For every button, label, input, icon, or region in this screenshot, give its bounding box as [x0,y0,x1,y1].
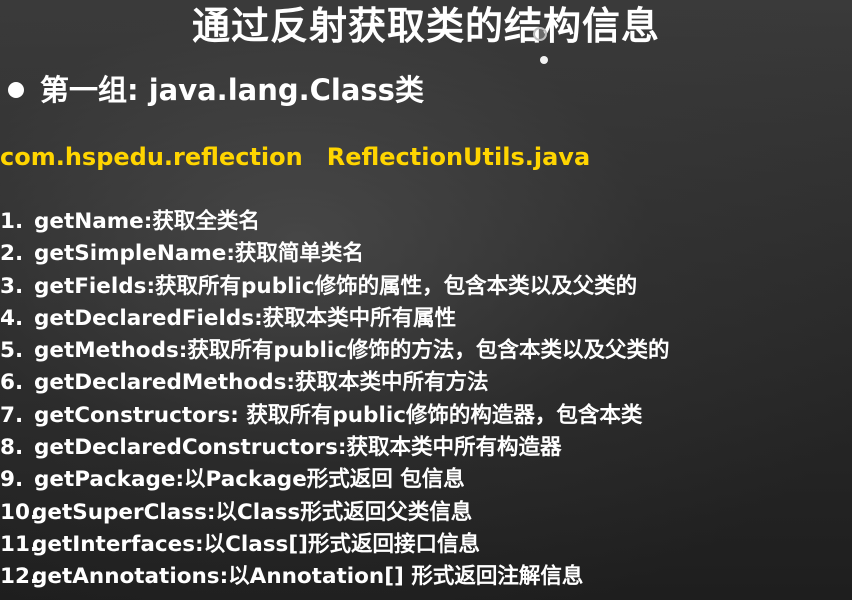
package-path: com.hspedu.reflection [0,143,303,171]
method-item: 5. getMethods:获取所有public修饰的方法，包含本类以及父类的 [0,335,669,367]
file-name: ReflectionUtils.java [326,143,591,171]
method-item: 6. getDeclaredMethods:获取本类中所有方法 [0,367,669,399]
method-item: 7. getConstructors: 获取所有public修饰的构造器，包含本类 [0,400,669,432]
method-number: 2. [0,241,24,267]
slide-title: 通过反射获取类的结构信息 [191,4,660,48]
method-item: 3. getFields:获取所有public修饰的属性，包含本类以及父类的 [0,271,669,303]
method-description: getConstructors: 获取所有public修饰的构造器，包含本类 [34,402,643,428]
method-description: getDeclaredConstructors:获取本类中所有构造器 [34,435,562,461]
method-number: 3. [0,273,24,299]
method-number: 10. [0,499,39,525]
method-item: 1. getName:获取全类名 [0,206,669,238]
method-item: 8. getDeclaredConstructors:获取本类中所有构造器 [0,432,669,464]
method-description: getInterfaces:以Class[]形式返回接口信息 [32,531,481,557]
cursor-ring-icon [533,27,547,41]
bullet-dot-icon [8,82,24,98]
method-item: 9. getPackage:以Package形式返回 包信息 [0,464,669,496]
method-description: getAnnotations:以Annotation[] 形式返回注解信息 [32,564,584,590]
method-item: 4. getDeclaredFields:获取本类中所有属性 [0,303,669,335]
method-description: getDeclaredFields:获取本类中所有属性 [34,305,457,331]
method-number: 9. [0,467,24,493]
method-number: 12. [0,564,39,590]
method-number: 5. [0,338,24,364]
method-description: getPackage:以Package形式返回 包信息 [34,467,465,493]
method-description: getSimpleName:获取简单类名 [34,241,364,267]
method-description: getDeclaredMethods:获取本类中所有方法 [34,370,489,396]
method-item: 12. getAnnotations:以Annotation[] 形式返回注解信息 [0,561,669,593]
method-list: 1. getName:获取全类名 2. getSimpleName:获取简单类名 3. g… [0,206,669,594]
method-number: 6. [0,370,24,396]
method-number: 8. [0,435,24,461]
section-bullet: 第一组: java.lang.Class类 [8,70,424,110]
method-description: getName:获取全类名 [34,209,260,234]
source-location: com.hspedu.reflection ReflectionUtils.ja… [0,140,590,174]
method-item: 11. getInterfaces:以Class[]形式返回接口信息 [0,529,669,561]
cursor-dot-icon [540,56,548,64]
section-heading: 第一组: java.lang.Class类 [40,73,424,107]
slide: 通过反射获取类的结构信息 第一组: java.lang.Class类 com.h… [0,0,852,600]
method-number: 1. [0,209,24,234]
method-number: 11. [0,531,39,557]
method-description: getSuperClass:以Class形式返回父类信息 [32,499,473,525]
method-item: 2. getSimpleName:获取简单类名 [0,238,669,270]
method-item: 10. getSuperClass:以Class形式返回父类信息 [0,497,669,529]
method-description: getFields:获取所有public修饰的属性，包含本类以及父类的 [34,273,638,299]
method-number: 7. [0,402,24,428]
method-number: 4. [0,305,24,331]
method-description: getMethods:获取所有public修饰的方法，包含本类以及父类的 [34,338,670,364]
